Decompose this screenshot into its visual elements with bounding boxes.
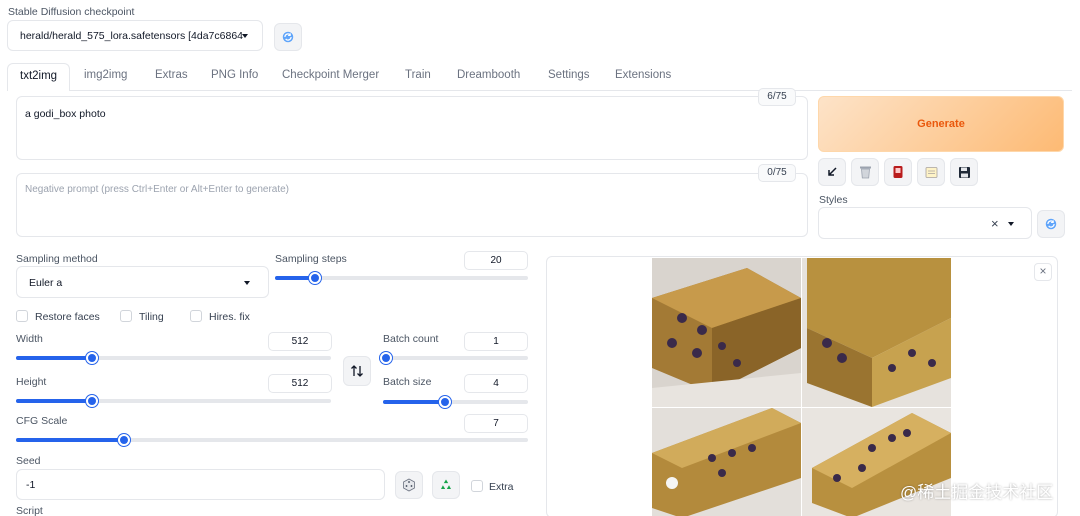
height-label: Height: [16, 376, 47, 388]
gallery-close-button[interactable]: ×: [1034, 263, 1052, 281]
script-label: Script: [16, 505, 43, 516]
slider-thumb[interactable]: [118, 434, 130, 446]
slider-thumb[interactable]: [86, 352, 98, 364]
tiling-label: Tiling: [139, 311, 164, 323]
restore-faces-checkbox[interactable]: [16, 310, 28, 322]
width-label: Width: [16, 333, 43, 345]
clear-icon[interactable]: ×: [991, 216, 999, 231]
restore-faces-label: Restore faces: [35, 311, 100, 323]
random-seed-button[interactable]: [395, 471, 423, 499]
tiling-checkbox[interactable]: [120, 310, 132, 322]
cfg-scale-label: CFG Scale: [16, 415, 68, 427]
batch-count-input[interactable]: 1: [464, 332, 528, 351]
height-slider[interactable]: [16, 395, 331, 407]
reuse-seed-button[interactable]: [432, 471, 460, 499]
tab-png-info[interactable]: PNG Info: [211, 69, 258, 81]
read-params-button[interactable]: [818, 158, 846, 186]
extra-seed-label: Extra: [489, 481, 514, 493]
trash-icon: [859, 166, 871, 179]
prompt-textarea[interactable]: a godi_box photo: [16, 96, 808, 160]
gold-box-photo: [652, 258, 801, 407]
swap-dimensions-button[interactable]: [343, 356, 371, 386]
tab-train[interactable]: Train: [405, 69, 431, 81]
cfg-scale-input[interactable]: 7: [464, 414, 528, 433]
refresh-icon: [282, 31, 294, 43]
gold-box-photo: [652, 408, 801, 516]
close-icon: ×: [1039, 264, 1047, 278]
checkpoint-value: herald/herald_575_lora.safetensors [4da7…: [20, 30, 243, 42]
clipboard-icon: [925, 166, 937, 178]
sampling-steps-label: Sampling steps: [275, 253, 347, 265]
sampling-steps-slider[interactable]: [275, 272, 528, 284]
extra-seed-checkbox[interactable]: [471, 480, 483, 492]
styles-label: Styles: [819, 194, 848, 206]
batch-size-input[interactable]: 4: [464, 374, 528, 393]
sampling-method-select[interactable]: Euler a: [16, 266, 269, 298]
recycle-icon: [441, 479, 451, 489]
watermark-text: @稀土掘金技术社区: [900, 483, 1054, 502]
tab-img2img[interactable]: img2img: [84, 69, 127, 81]
height-input[interactable]: 512: [268, 374, 332, 393]
save-style-button[interactable]: [950, 158, 978, 186]
slider-thumb[interactable]: [86, 395, 98, 407]
checkpoint-select[interactable]: herald/herald_575_lora.safetensors [4da7…: [7, 20, 263, 51]
prompt-token-counter: 6/75: [758, 88, 796, 106]
card-icon: [893, 166, 903, 178]
arrow-down-left-icon: [828, 167, 837, 176]
sampling-method-value: Euler a: [29, 277, 63, 289]
swap-arrows-icon: [351, 365, 363, 377]
seed-input[interactable]: -1: [16, 469, 385, 500]
negative-prompt-placeholder: Negative prompt (press Ctrl+Enter or Alt…: [25, 184, 290, 195]
seed-label: Seed: [16, 455, 41, 467]
tab-label: txt2img: [20, 70, 58, 82]
generate-button[interactable]: Generate: [818, 96, 1064, 152]
slider-thumb[interactable]: [309, 272, 321, 284]
refresh-icon: [1045, 218, 1057, 230]
tab-extras[interactable]: Extras: [155, 69, 188, 81]
slider-thumb[interactable]: [439, 396, 451, 408]
chevron-down-icon: [1008, 222, 1014, 226]
seed-value: -1: [26, 479, 36, 491]
cfg-scale-slider[interactable]: [16, 434, 528, 446]
apply-style-button[interactable]: [917, 158, 945, 186]
checkpoint-label: Stable Diffusion checkpoint: [8, 6, 135, 18]
tabs-divider: [70, 90, 1072, 91]
generate-label: Generate: [917, 118, 965, 130]
tab-dreambooth[interactable]: Dreambooth: [457, 69, 520, 81]
show-extra-networks-button[interactable]: [884, 158, 912, 186]
tab-checkpoint-merger[interactable]: Checkpoint Merger: [282, 69, 379, 81]
gold-box-photo: [802, 258, 951, 407]
negative-prompt-textarea[interactable]: Negative prompt (press Ctrl+Enter or Alt…: [16, 173, 808, 237]
prompt-text: a godi_box photo: [25, 108, 106, 120]
tab-settings[interactable]: Settings: [548, 69, 590, 81]
sampling-steps-input[interactable]: 20: [464, 251, 528, 270]
hires-fix-checkbox[interactable]: [190, 310, 202, 322]
tab-extensions[interactable]: Extensions: [615, 69, 671, 81]
batch-size-slider[interactable]: [383, 396, 528, 408]
dice-icon: [403, 478, 415, 492]
styles-select[interactable]: ×: [818, 207, 1032, 239]
tab-txt2img[interactable]: txt2img: [7, 63, 70, 91]
negative-prompt-token-counter: 0/75: [758, 164, 796, 182]
generated-image-1[interactable]: [652, 258, 801, 407]
refresh-checkpoint-button[interactable]: [274, 23, 302, 51]
batch-count-slider[interactable]: [380, 352, 528, 364]
batch-count-label: Batch count: [383, 333, 439, 345]
hires-fix-label: Hires. fix: [209, 311, 250, 323]
generated-image-2[interactable]: [802, 258, 951, 407]
generated-image-3[interactable]: [652, 408, 801, 516]
sampling-method-label: Sampling method: [16, 253, 98, 265]
floppy-disk-icon: [958, 166, 970, 178]
chevron-down-icon: [242, 34, 248, 38]
width-slider[interactable]: [16, 352, 331, 364]
slider-thumb[interactable]: [380, 352, 392, 364]
chevron-down-icon: [244, 281, 250, 285]
clear-prompt-button[interactable]: [851, 158, 879, 186]
refresh-styles-button[interactable]: [1037, 210, 1065, 238]
width-input[interactable]: 512: [268, 332, 332, 351]
batch-size-label: Batch size: [383, 376, 432, 388]
